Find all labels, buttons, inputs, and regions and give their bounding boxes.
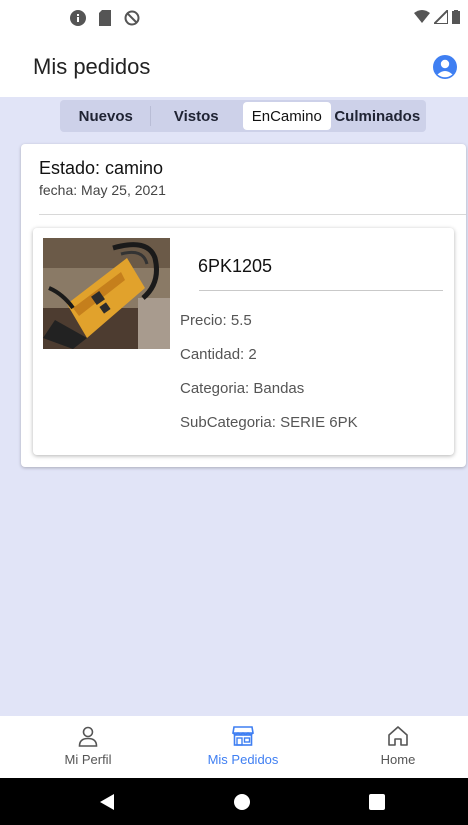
order-item-card[interactable]: 6PK1205 Precio: 5.5 Cantidad: 2 Categori…: [33, 228, 454, 455]
order-status: Estado: camino: [39, 158, 164, 178]
info-icon: [70, 10, 86, 26]
tab-nuevos[interactable]: Nuevos: [62, 102, 150, 130]
signal-icon: [434, 10, 448, 24]
home-icon: [388, 726, 408, 746]
product-category: Categoria: Bandas: [180, 380, 305, 397]
nav-mis-pedidos[interactable]: Mis Pedidos: [178, 724, 308, 767]
divider: [199, 290, 443, 291]
recents-icon[interactable]: [369, 794, 385, 810]
account-circle-icon[interactable]: [432, 54, 458, 80]
nav-home[interactable]: Home: [333, 724, 463, 767]
wifi-icon: [414, 10, 430, 23]
nav-label: Home: [380, 752, 416, 767]
back-icon[interactable]: [98, 793, 116, 811]
battery-icon: [452, 10, 460, 24]
tab-encamino[interactable]: EnCamino: [243, 102, 331, 130]
sd-card-icon: [99, 10, 111, 26]
order-card[interactable]: Estado: camino fecha: May 25, 2021 6PK12…: [21, 144, 466, 467]
screen: Mis pedidos Nuevos Vistos EnCamino Culmi…: [0, 0, 468, 825]
nav-mi-perfil[interactable]: Mi Perfil: [23, 724, 153, 767]
product-subcategory: SubCategoria: SERIE 6PK: [180, 414, 358, 431]
person-icon: [78, 726, 98, 747]
do-not-disturb-icon: [124, 10, 140, 26]
store-icon: [232, 726, 254, 746]
order-date: fecha: May 25, 2021: [39, 182, 166, 198]
page-title: Mis pedidos: [33, 54, 151, 79]
system-navigation-bar: [0, 778, 468, 825]
tab-vistos[interactable]: Vistos: [151, 102, 243, 130]
product-name: 6PK1205: [198, 256, 273, 276]
nav-label: Mis Pedidos: [207, 752, 279, 767]
bottom-navigation: Mi Perfil Mis Pedidos Home: [0, 716, 468, 778]
app-header: Mis pedidos: [0, 40, 468, 97]
divider: [39, 214, 466, 215]
content-area: Nuevos Vistos EnCamino Culminados Estado…: [0, 97, 468, 716]
status-tabs: Nuevos Vistos EnCamino Culminados: [60, 100, 426, 132]
nav-label: Mi Perfil: [64, 752, 112, 767]
product-image: [43, 238, 170, 349]
tab-culminados[interactable]: Culminados: [331, 102, 424, 130]
home-button-icon[interactable]: [233, 793, 251, 811]
product-price: Precio: 5.5: [180, 312, 252, 329]
status-bar: [0, 0, 468, 40]
product-quantity: Cantidad: 2: [180, 346, 257, 363]
